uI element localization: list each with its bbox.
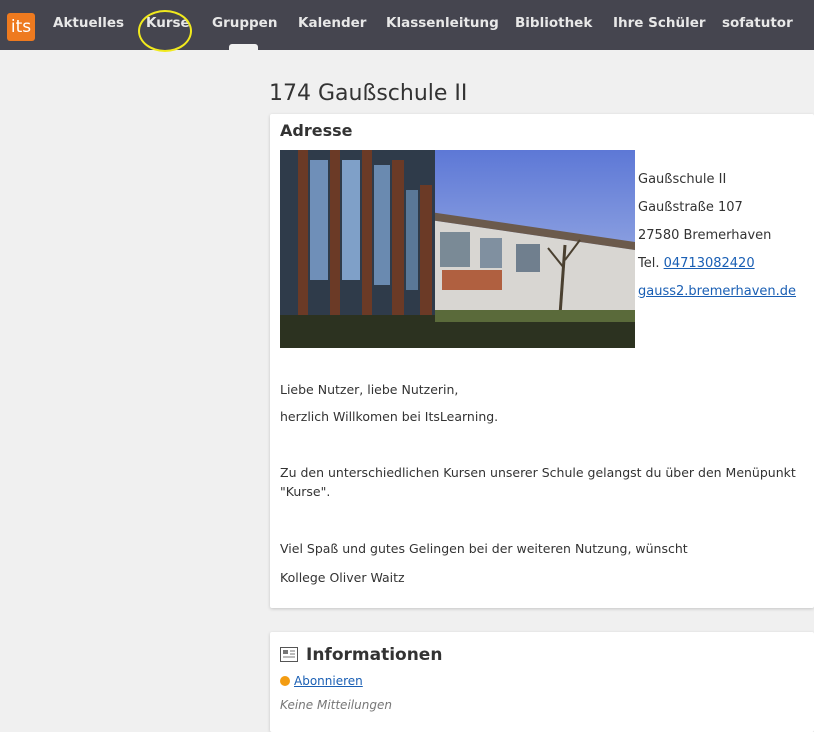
address-city: 27580 Bremerhaven	[638, 228, 772, 243]
nav-klassenleitung[interactable]: Klassenleitung	[386, 15, 499, 31]
nav-gruppen[interactable]: Gruppen	[212, 15, 277, 31]
highlight-circle-annotation	[138, 10, 192, 52]
address-heading: Adresse	[280, 121, 353, 140]
active-tab-indicator	[229, 44, 258, 50]
page-title: 174 Gaußschule II	[269, 80, 468, 106]
nav-sofatutor[interactable]: sofatutor	[722, 15, 793, 31]
nav-aktuelles[interactable]: Aktuelles	[53, 15, 124, 31]
address-card: Adresse Gaußschule II Gaußstraße 107 275…	[270, 114, 814, 608]
message-greeting: Liebe Nutzer, liebe Nutzerin,	[280, 382, 459, 397]
information-card: Informationen Abonnieren Keine Mitteilun…	[270, 632, 814, 732]
message-welcome: herzlich Willkomen bei ItsLearning.	[280, 409, 499, 424]
itslearning-logo[interactable]: its	[7, 13, 35, 41]
rss-icon	[280, 676, 290, 686]
phone-link[interactable]: 04713082420	[664, 256, 755, 271]
message-courses-2: "Kurse".	[280, 484, 331, 499]
message-courses-1: Zu den unterschiedlichen Kursen unserer …	[280, 465, 796, 480]
no-messages-text: Keine Mitteilungen	[280, 698, 392, 712]
information-heading-row: Informationen	[280, 645, 442, 665]
information-heading: Informationen	[306, 645, 443, 665]
nav-bibliothek[interactable]: Bibliothek	[515, 15, 592, 31]
address-website: gauss2.bremerhaven.de	[638, 284, 796, 299]
website-link[interactable]: gauss2.bremerhaven.de	[638, 284, 796, 299]
newspaper-icon	[280, 647, 298, 662]
address-phone: Tel. 04713082420	[638, 256, 755, 271]
message-closing: Viel Spaß und gutes Gelingen bei der wei…	[280, 541, 688, 556]
top-navigation: its Aktuelles Kurse Gruppen Kalender Kla…	[0, 0, 814, 50]
nav-ihre-schueler[interactable]: Ihre Schüler	[613, 15, 706, 31]
phone-prefix: Tel.	[638, 256, 664, 271]
nav-kalender[interactable]: Kalender	[298, 15, 366, 31]
school-building-photo	[280, 150, 635, 348]
address-school-name: Gaußschule II	[638, 172, 727, 187]
message-signature: Kollege Oliver Waitz	[280, 570, 405, 585]
subscribe-row: Abonnieren	[280, 674, 363, 688]
subscribe-link[interactable]: Abonnieren	[294, 674, 363, 688]
address-street: Gaußstraße 107	[638, 200, 743, 215]
